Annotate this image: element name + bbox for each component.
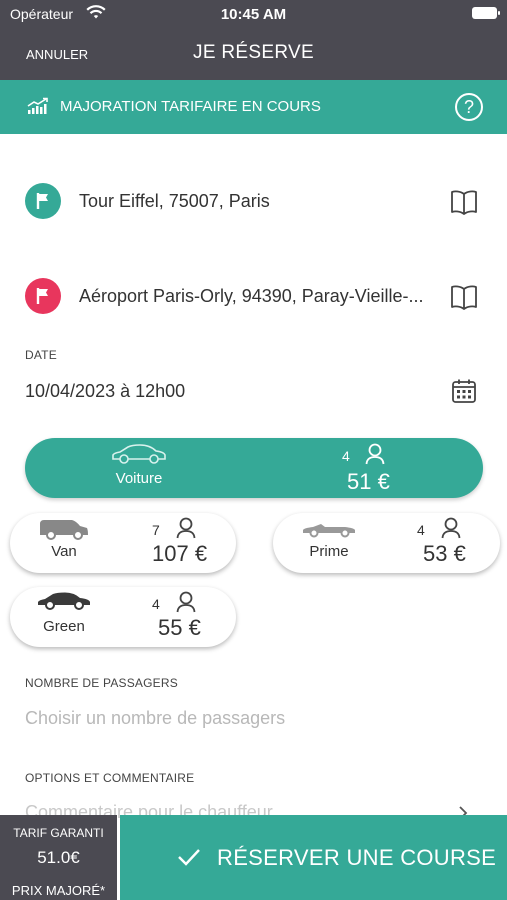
car-icon xyxy=(38,592,90,610)
dropoff-flag-icon xyxy=(25,278,61,314)
status-bar: Opérateur 10:45 AM xyxy=(0,0,507,30)
book-ride-button[interactable]: RÉSERVER UNE COURSE xyxy=(120,815,507,900)
vehicle-price: 51 € xyxy=(347,469,390,494)
address-book-icon[interactable] xyxy=(450,284,478,310)
vehicle-option-voiture[interactable]: Voiture 4 51 € xyxy=(25,438,483,498)
battery-icon xyxy=(472,7,500,19)
vehicle-option-prime[interactable]: Prime 4 53 € xyxy=(273,513,500,573)
checkmark-icon xyxy=(178,849,200,866)
pickup-address: Tour Eiffel, 75007, Paris xyxy=(79,191,270,211)
vehicle-name: Voiture xyxy=(115,470,163,487)
calendar-icon[interactable] xyxy=(451,378,477,404)
vehicle-price: 55 € xyxy=(158,615,201,640)
vehicle-name: Green xyxy=(43,618,85,635)
person-icon xyxy=(441,517,461,539)
passengers-label: NOMBRE DE PASSAGERS xyxy=(25,676,178,690)
pickup-flag-icon xyxy=(25,183,61,219)
guaranteed-fare-label: TARIF GARANTI xyxy=(13,826,104,840)
trending-up-icon xyxy=(27,97,48,114)
vehicle-option-green[interactable]: Green 4 55 € xyxy=(10,587,236,647)
vehicle-price: 53 € xyxy=(423,541,466,566)
vehicle-option-van[interactable]: Van 7 107 € xyxy=(10,513,236,573)
person-icon xyxy=(365,443,385,465)
dropoff-address: Aéroport Paris-Orly, 94390, Paray-Vieill… xyxy=(79,286,424,306)
surge-banner-text: MAJORATION TARIFAIRE EN COURS xyxy=(60,98,321,115)
guaranteed-fare-panel: TARIF GARANTI 51.0€ PRIX MAJORÉ* xyxy=(0,815,117,900)
van-icon xyxy=(40,520,88,540)
date-field[interactable]: 10/04/2023 à 12h00 xyxy=(25,381,185,402)
vehicle-price: 107 € xyxy=(152,541,208,566)
convertible-icon xyxy=(303,524,355,538)
person-icon xyxy=(176,591,196,613)
book-ride-label: RÉSERVER UNE COURSE xyxy=(217,845,497,870)
vehicle-name: Prime xyxy=(309,543,349,560)
vehicle-seats: 4 xyxy=(152,596,160,612)
options-label: OPTIONS ET COMMENTAIRE xyxy=(25,771,195,785)
clock: 10:45 AM xyxy=(220,6,287,23)
address-book-icon[interactable] xyxy=(450,189,478,215)
dropoff-address-row[interactable]: Aéroport Paris-Orly, 94390, Paray-Vieill… xyxy=(0,267,507,327)
surge-price-label: PRIX MAJORÉ* xyxy=(11,883,106,898)
date-label: DATE xyxy=(25,348,57,362)
pickup-address-row[interactable]: Tour Eiffel, 75007, Paris xyxy=(0,172,507,232)
help-icon[interactable]: ? xyxy=(455,93,483,121)
car-icon xyxy=(112,444,166,464)
person-icon xyxy=(176,517,196,539)
passengers-select[interactable]: Choisir un nombre de passagers xyxy=(25,708,285,729)
vehicle-seats: 4 xyxy=(417,522,425,538)
page-title: JE RÉSERVE xyxy=(193,42,314,63)
vehicle-seats: 4 xyxy=(342,448,350,464)
guaranteed-fare-value: 51.0€ xyxy=(37,848,80,867)
vehicle-seats: 7 xyxy=(152,522,160,538)
surge-banner: MAJORATION TARIFAIRE EN COURS xyxy=(0,80,507,134)
vehicle-name: Van xyxy=(51,543,77,560)
app-header: Opérateur 10:45 AM ANNULER JE RÉSERVE xyxy=(0,0,507,80)
